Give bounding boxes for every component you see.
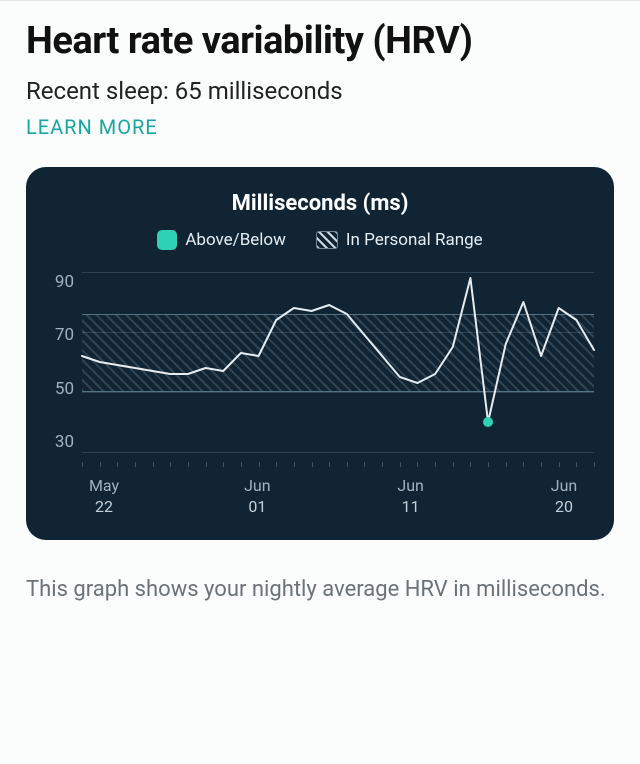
x-tick-label: Jun01 [227,476,287,516]
legend-swatch-hatch-icon [316,231,338,249]
y-axis-ticks: 90 70 50 30 [46,272,82,452]
hrv-line-series [82,272,594,452]
x-axis-tickmarks [82,462,594,470]
legend-label: Above/Below [185,230,286,250]
legend-item-above-below: Above/Below [157,230,286,250]
x-axis-labels: May22 Jun01 Jun11 Jun20 [46,476,594,516]
page-title: Heart rate variability (HRV) [26,19,614,63]
chart-caption: This graph shows your nightly average HR… [26,570,614,610]
legend-swatch-solid-icon [157,230,177,250]
subtitle: Recent sleep: 65 milliseconds [26,77,614,105]
x-tick-label: Jun11 [381,476,441,516]
y-tick-label: 50 [46,379,74,399]
x-tick-label: Jun20 [534,476,594,516]
chart-legend: Above/Below In Personal Range [46,230,594,250]
y-tick-label: 90 [46,272,74,292]
y-tick-label: 30 [46,432,74,452]
gridline [82,452,594,453]
legend-label: In Personal Range [346,230,483,250]
y-tick-label: 70 [46,325,74,345]
learn-more-link[interactable]: LEARN MORE [26,115,158,139]
legend-item-in-range: In Personal Range [316,230,483,250]
chart-title: Milliseconds (ms) [46,191,594,216]
hrv-chart-card: Milliseconds (ms) Above/Below In Persona… [26,167,614,540]
chart-plot-area [82,272,594,452]
data-point-marker [483,417,493,427]
x-tick-label: May22 [74,476,134,516]
